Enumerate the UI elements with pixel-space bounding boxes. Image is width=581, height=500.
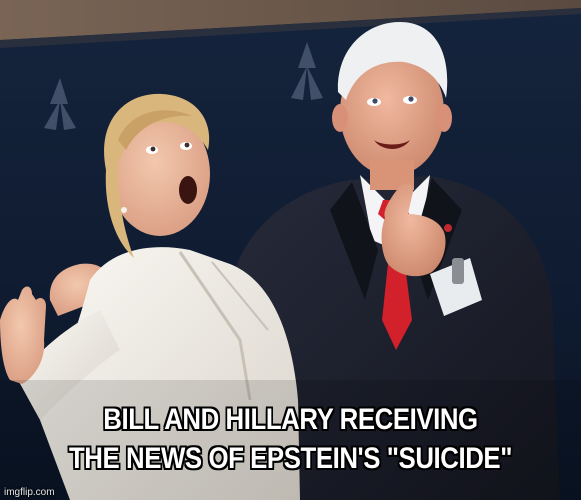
watermark: imgflip.com	[4, 487, 55, 498]
meme-image: BILL AND HILLARY RECEIVING THE NEWS OF E…	[0, 0, 581, 500]
caption-line-2: THE NEWS OF EPSTEIN'S "SUICIDE"	[68, 442, 513, 475]
caption-line-1: BILL AND HILLARY RECEIVING	[103, 403, 478, 436]
open-mouth	[179, 176, 197, 204]
